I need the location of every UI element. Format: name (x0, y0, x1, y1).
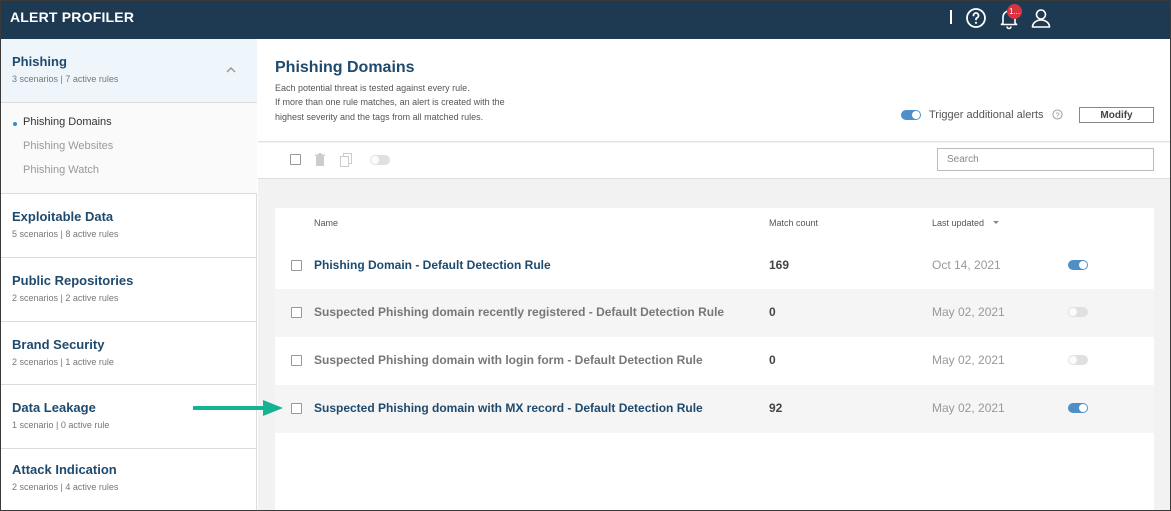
app-window: ALERT PROFILER 1... Phishing 3 scenarios… (0, 0, 1171, 511)
active-bullet-icon (13, 122, 17, 126)
description-line-3: highest severity and the tags from all m… (275, 112, 484, 122)
search-input[interactable] (937, 148, 1154, 171)
rule-name[interactable]: Suspected Phishing domain recently regis… (314, 305, 724, 319)
rule-name[interactable]: Phishing Domain - Default Detection Rule (314, 258, 551, 272)
annotation-arrow-icon (193, 400, 283, 416)
group-title: Public Repositories (12, 273, 134, 288)
row-checkbox[interactable] (291, 403, 302, 414)
description-line-1: Each potential threat is tested against … (275, 83, 470, 93)
user-icon[interactable] (1029, 6, 1053, 30)
info-icon[interactable]: ? (1052, 109, 1063, 120)
rule-name[interactable]: Suspected Phishing domain with MX record… (314, 401, 703, 415)
trigger-alerts-label: Trigger additional alerts (929, 109, 1044, 121)
rule-match-count: 92 (769, 401, 783, 415)
sidebar-group-exploitable-data[interactable]: Exploitable Data 5 scenarios | 8 active … (1, 194, 257, 258)
app-title: ALERT PROFILER (10, 9, 135, 25)
sidebar-group-brand-security[interactable]: Brand Security 2 scenarios | 1 active ru… (1, 322, 257, 385)
group-title: Attack Indication (12, 462, 117, 477)
bulk-enable-toggle[interactable] (370, 155, 390, 165)
rule-last-updated: May 02, 2021 (932, 401, 1005, 415)
table-toolbar (258, 143, 1170, 179)
rule-last-updated: May 02, 2021 (932, 305, 1005, 319)
table-row[interactable]: Suspected Phishing domain recently regis… (275, 289, 1154, 337)
phishing-submenu: Phishing Domains Phishing Websites Phish… (1, 103, 257, 194)
row-checkbox[interactable] (291, 260, 302, 271)
scenario-header: Phishing Domains Each potential threat i… (258, 39, 1170, 142)
row-checkbox[interactable] (291, 307, 302, 318)
rule-match-count: 0 (769, 305, 776, 319)
row-checkbox[interactable] (291, 355, 302, 366)
notification-badge: 1... (1007, 4, 1022, 19)
group-subtitle: 5 scenarios | 8 active rules (12, 229, 119, 239)
top-bar: ALERT PROFILER 1... (1, 1, 1170, 39)
table-row[interactable]: Phishing Domain - Default Detection Rule… (275, 241, 1154, 289)
sidebar-group-phishing[interactable]: Phishing 3 scenarios | 7 active rules (1, 39, 257, 103)
table-row[interactable]: Suspected Phishing domain with MX record… (275, 385, 1154, 433)
rule-last-updated: May 02, 2021 (932, 353, 1005, 367)
rule-last-updated: Oct 14, 2021 (932, 258, 1001, 272)
topbar-divider (950, 10, 952, 24)
column-header-last-updated[interactable]: Last updated (932, 218, 984, 228)
rule-enable-toggle[interactable] (1068, 260, 1088, 270)
group-subtitle: 2 scenarios | 1 active rule (12, 357, 114, 367)
rule-enable-toggle[interactable] (1068, 355, 1088, 365)
column-header-match-count[interactable]: Match count (769, 218, 818, 228)
modify-button[interactable]: Modify (1079, 107, 1154, 123)
column-header-name[interactable]: Name (314, 218, 338, 228)
help-icon[interactable] (964, 6, 988, 30)
rule-enable-toggle[interactable] (1068, 403, 1088, 413)
group-title: Exploitable Data (12, 209, 114, 224)
page-title: Phishing Domains (275, 59, 415, 76)
group-subtitle: 1 scenario | 0 active rule (12, 420, 110, 430)
sidebar-item-phishing-domains[interactable]: Phishing Domains (23, 116, 112, 128)
group-title: Brand Security (12, 337, 105, 352)
trigger-alerts-toggle[interactable] (901, 110, 921, 120)
group-title: Data Leakage (12, 400, 96, 415)
table-row[interactable]: Suspected Phishing domain with login for… (275, 337, 1154, 385)
sort-descending-icon[interactable] (993, 221, 999, 224)
group-subtitle: 3 scenarios | 7 active rules (12, 74, 119, 84)
description-line-2: If more than one rule matches, an alert … (275, 97, 505, 107)
rule-match-count: 169 (769, 258, 790, 272)
rule-match-count: 0 (769, 353, 776, 367)
main-content: Phishing Domains Each potential threat i… (258, 39, 1170, 510)
svg-text:?: ? (1055, 110, 1059, 119)
trash-icon[interactable] (314, 153, 326, 167)
group-title: Phishing (12, 54, 67, 69)
copy-icon[interactable] (340, 153, 352, 167)
sidebar-group-attack-indication[interactable]: Attack Indication 2 scenarios | 4 active… (1, 449, 257, 510)
sidebar-item-phishing-websites[interactable]: Phishing Websites (23, 140, 113, 152)
rule-enable-toggle[interactable] (1068, 307, 1088, 317)
group-subtitle: 2 scenarios | 4 active rules (12, 482, 119, 492)
sidebar-item-phishing-watch[interactable]: Phishing Watch (23, 164, 99, 176)
group-subtitle: 2 scenarios | 2 active rules (12, 293, 119, 303)
rule-name[interactable]: Suspected Phishing domain with login for… (314, 353, 703, 367)
sidebar: Phishing 3 scenarios | 7 active rules Ph… (1, 39, 257, 510)
chevron-up-icon[interactable] (225, 66, 237, 74)
select-all-checkbox[interactable] (290, 154, 301, 165)
sidebar-group-public-repositories[interactable]: Public Repositories 2 scenarios | 2 acti… (1, 258, 257, 322)
